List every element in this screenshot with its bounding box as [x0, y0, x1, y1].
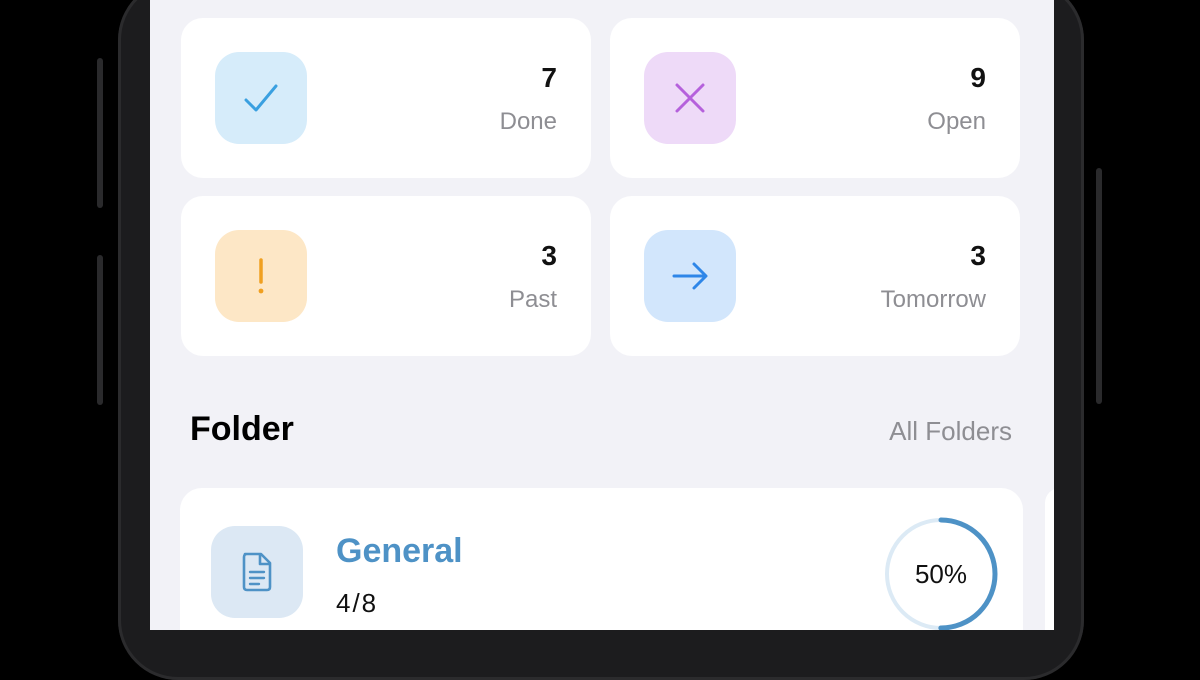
- stat-count: 3: [970, 240, 986, 271]
- progress-percent: 50%: [914, 558, 968, 589]
- stat-label: Past: [508, 286, 557, 313]
- volume-down-button: [97, 255, 103, 405]
- stat-label: Tomorrow: [880, 286, 986, 313]
- all-folders-link[interactable]: All Folders: [889, 416, 1012, 447]
- stat-label: Open: [927, 108, 986, 135]
- section-title: Folder: [190, 410, 294, 448]
- stat-count: 9: [970, 62, 986, 93]
- stat-card-done[interactable]: 7 Done: [181, 18, 591, 178]
- x-mark-icon: [644, 52, 736, 144]
- app-screen: 7 Done 9 Open 3 Past 3 Tomorrow Folder A…: [150, 0, 1054, 630]
- exclamation-icon: [215, 230, 307, 322]
- stat-label: Done: [499, 108, 557, 135]
- folder-name: General: [336, 532, 463, 570]
- folder-task-count: 4/8: [336, 588, 379, 618]
- power-button: [1096, 168, 1102, 404]
- folder-card-general[interactable]: General 4/8 50%: [180, 488, 1023, 630]
- volume-up-button: [97, 58, 103, 208]
- arrow-right-icon: [644, 230, 736, 322]
- stat-card-past[interactable]: 3 Past: [181, 196, 591, 356]
- stat-count: 3: [541, 240, 557, 271]
- next-folder-card[interactable]: [1045, 488, 1054, 630]
- checkmark-icon: [215, 52, 307, 144]
- stat-card-open[interactable]: 9 Open: [610, 18, 1020, 178]
- stat-card-tomorrow[interactable]: 3 Tomorrow: [610, 196, 1020, 356]
- stat-count: 7: [541, 62, 557, 93]
- document-icon: [211, 526, 303, 618]
